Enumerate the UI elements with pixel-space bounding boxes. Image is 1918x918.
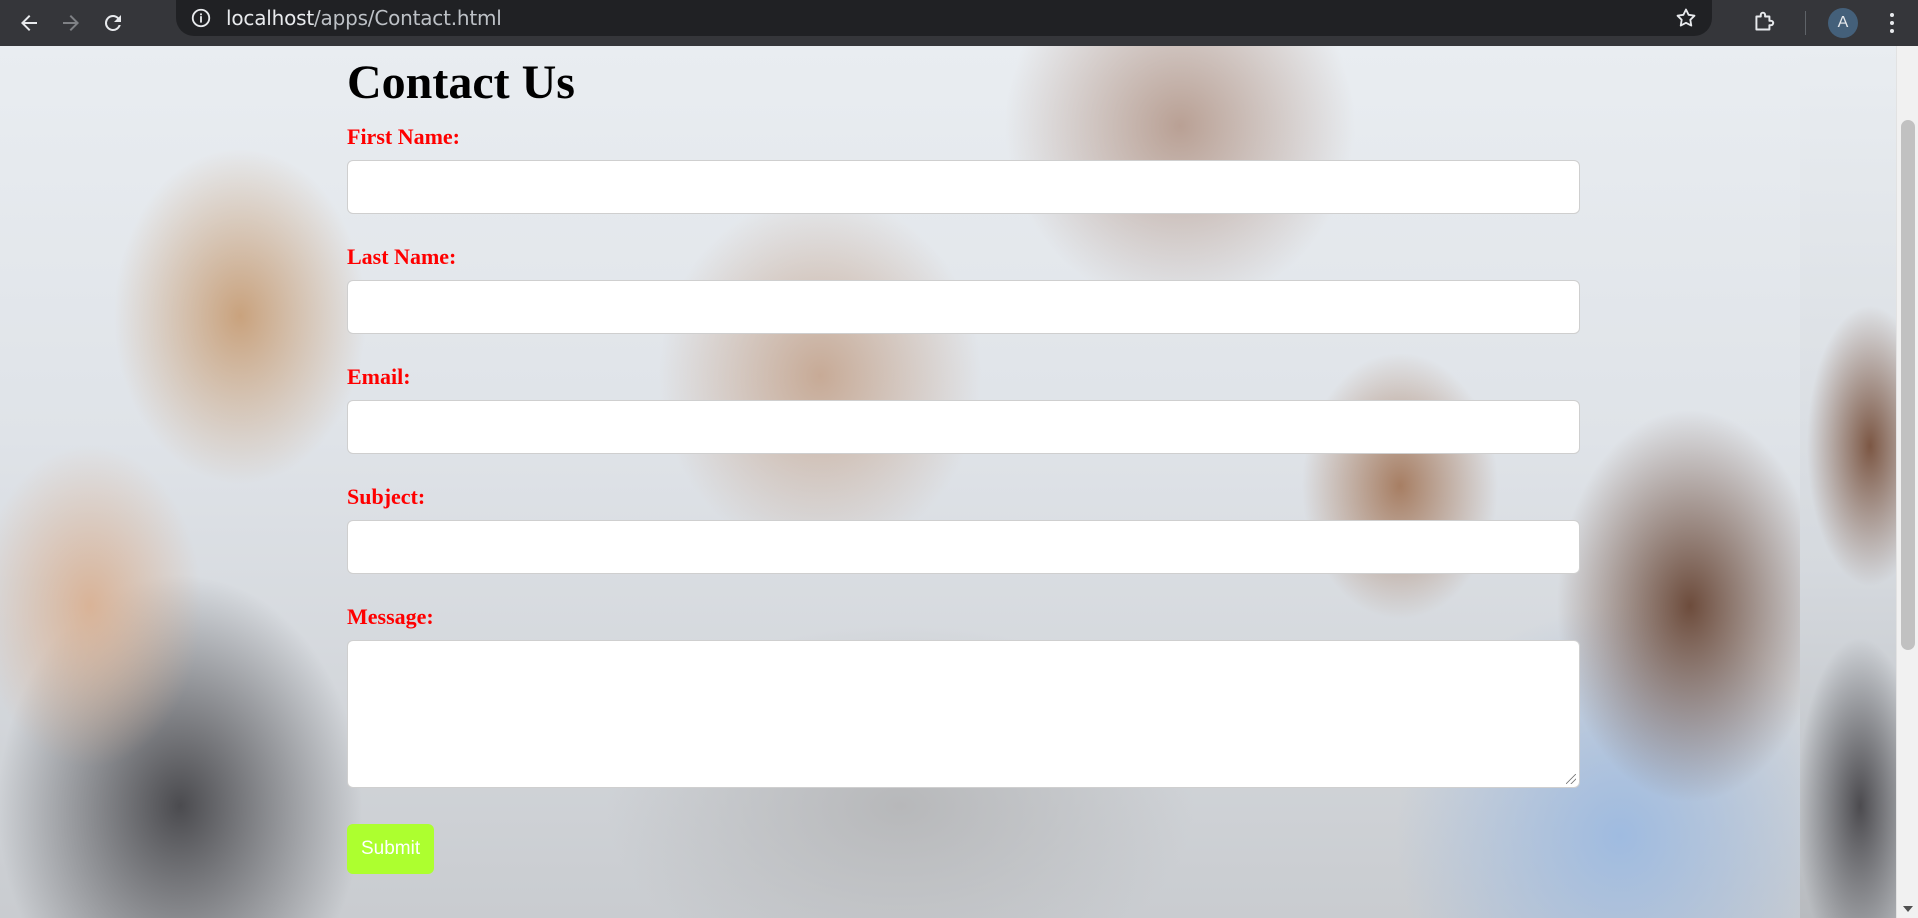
back-arrow-icon[interactable] bbox=[16, 10, 42, 36]
avatar[interactable]: A bbox=[1828, 8, 1858, 38]
last-name-label: Last Name: bbox=[347, 244, 457, 269]
background-photo-repeat bbox=[1800, 46, 1896, 918]
email-field[interactable] bbox=[347, 400, 1580, 454]
puzzle-icon[interactable] bbox=[1751, 10, 1777, 36]
url-text: localhost/apps/Contact.html bbox=[226, 6, 502, 30]
reload-icon[interactable] bbox=[100, 10, 126, 36]
toolbar-divider bbox=[1805, 11, 1806, 35]
message-textarea[interactable] bbox=[347, 640, 1580, 788]
page-viewport: Contact Us First Name: Last Name: Email:… bbox=[0, 46, 1918, 918]
last-name-field[interactable] bbox=[347, 280, 1580, 334]
address-bar[interactable]: localhost/apps/Contact.html bbox=[176, 0, 1712, 36]
kebab-menu-icon[interactable] bbox=[1888, 11, 1896, 35]
subject-field[interactable] bbox=[347, 520, 1580, 574]
subject-label: Subject: bbox=[347, 484, 426, 509]
forward-arrow-icon[interactable] bbox=[58, 10, 84, 36]
email-label: Email: bbox=[347, 364, 411, 389]
url-host: localhost bbox=[226, 6, 314, 30]
page-scrollbar[interactable] bbox=[1896, 46, 1918, 918]
contact-form: Contact Us First Name: Last Name: Email:… bbox=[347, 46, 1580, 874]
star-icon[interactable] bbox=[1674, 6, 1698, 30]
browser-toolbar: localhost/apps/Contact.html A bbox=[0, 0, 1918, 46]
resize-handle-icon[interactable] bbox=[1566, 774, 1576, 784]
url-path: /apps/Contact.html bbox=[313, 6, 502, 30]
info-icon[interactable] bbox=[190, 7, 212, 29]
first-name-label: First Name: bbox=[347, 124, 461, 149]
submit-button[interactable]: Submit bbox=[347, 824, 435, 874]
message-label: Message: bbox=[347, 604, 434, 629]
scrollbar-thumb[interactable] bbox=[1901, 120, 1915, 650]
page-title: Contact Us bbox=[347, 56, 575, 109]
scroll-down-arrow-icon[interactable] bbox=[1903, 906, 1913, 912]
first-name-field[interactable] bbox=[347, 160, 1580, 214]
